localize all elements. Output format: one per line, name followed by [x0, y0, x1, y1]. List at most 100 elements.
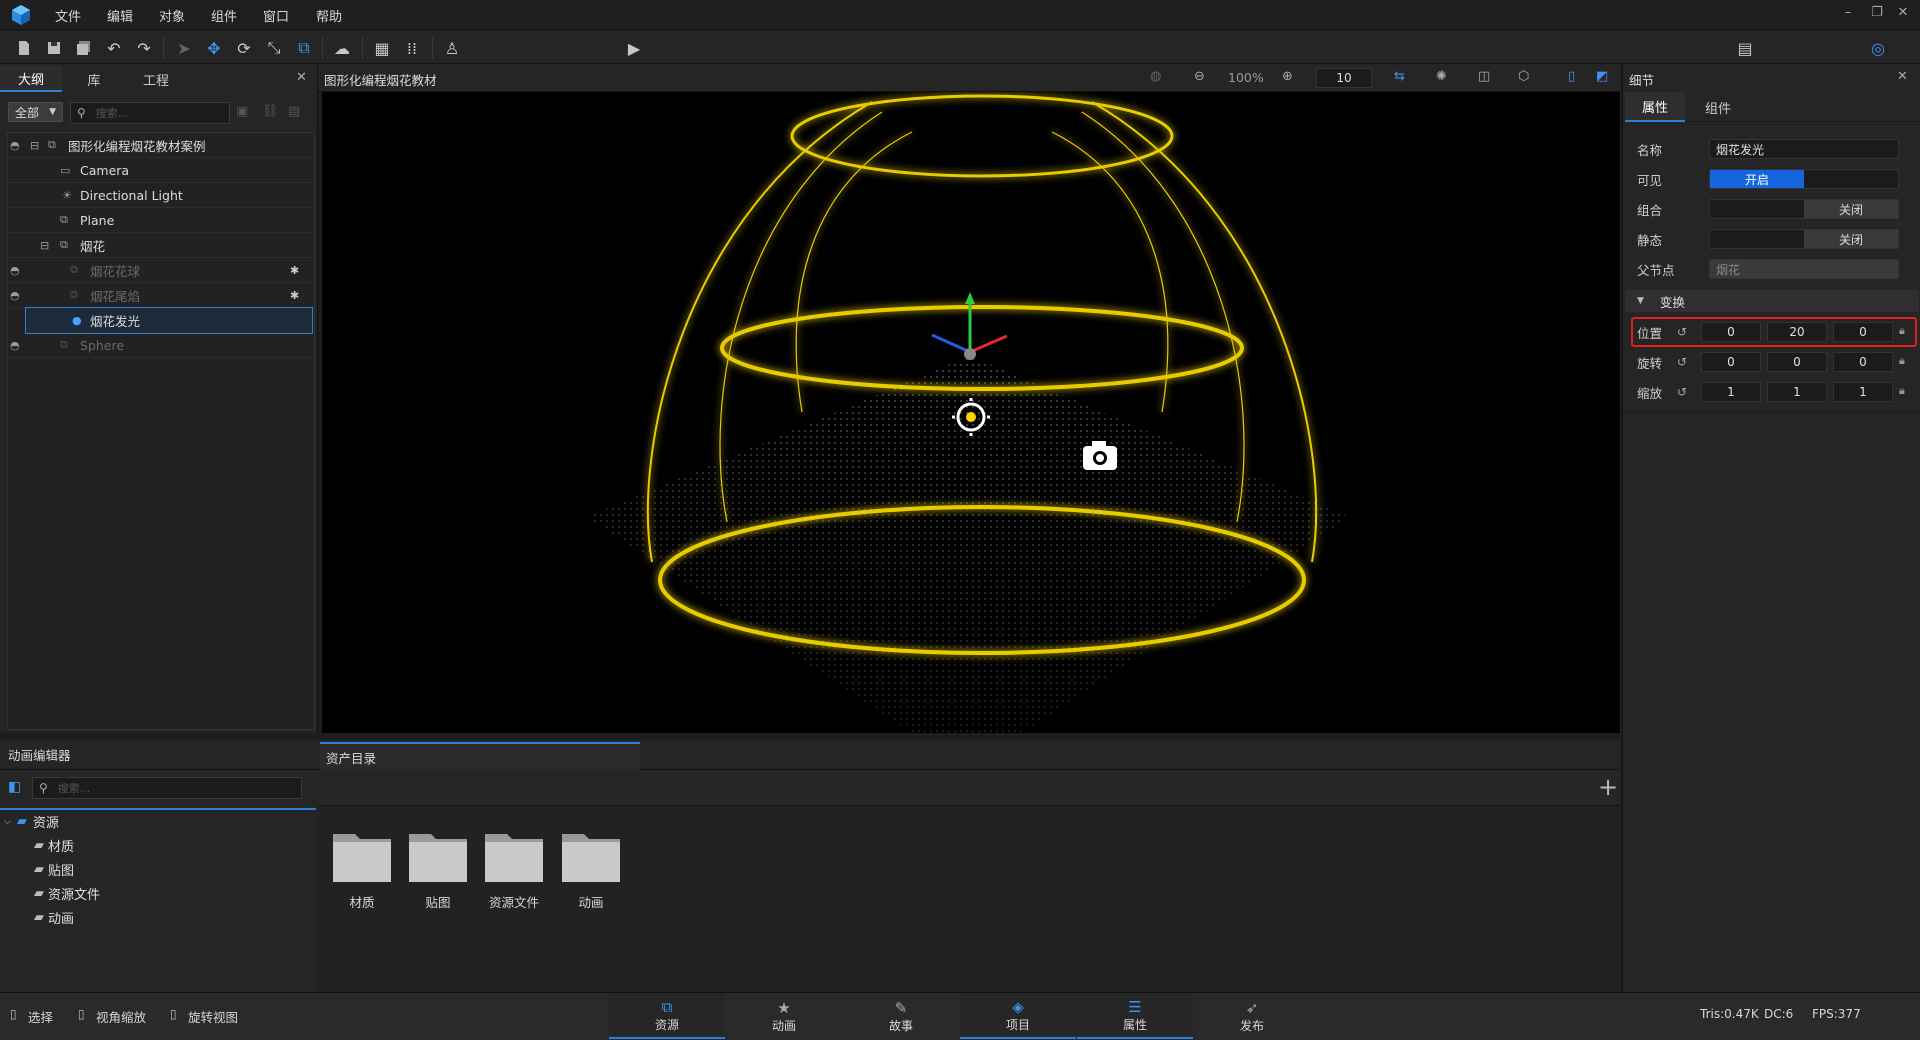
- zoom-out-icon[interactable]: ⊖: [1194, 69, 1205, 84]
- transform-gizmo[interactable]: [931, 292, 1008, 360]
- menu-edit[interactable]: 编辑: [107, 6, 133, 25]
- tab-components[interactable]: 组件: [1687, 92, 1749, 122]
- close-icon[interactable]: ✕: [296, 70, 307, 85]
- folder-icon[interactable]: [483, 828, 545, 884]
- menu-window[interactable]: 窗口: [263, 6, 289, 25]
- folder-icon[interactable]: [331, 828, 393, 884]
- tree-item-plane[interactable]: ⧉ Plane: [8, 208, 314, 233]
- tree-item-assets[interactable]: ⌵ ▰ 资源: [4, 812, 59, 831]
- visible-toggle[interactable]: 开启: [1709, 169, 1899, 189]
- tab-project[interactable]: 工程: [126, 66, 186, 92]
- rotation-x-input[interactable]: 0: [1701, 352, 1761, 372]
- close-icon[interactable]: ✕: [1892, 5, 1914, 20]
- save-icon[interactable]: [42, 36, 66, 60]
- tree-item-fireworks-tail[interactable]: ◓ ⧉ 烟花尾焰 ✱: [8, 283, 314, 308]
- tree-item-root[interactable]: ◓ ⊟ ⧉ 图形化编程烟花教材案例: [8, 133, 314, 158]
- reset-icon[interactable]: ↺: [1677, 385, 1687, 399]
- tab-assets[interactable]: ⧉ 资源: [609, 993, 725, 1039]
- tree-item-materials[interactable]: ▰ 材质: [34, 836, 74, 855]
- rotate-icon[interactable]: ⟳: [232, 36, 256, 60]
- redo-icon[interactable]: ↷: [132, 36, 156, 60]
- settings-gear-icon[interactable]: ✺: [1436, 69, 1447, 84]
- fullscreen-icon[interactable]: ◩: [1596, 69, 1608, 84]
- position-y-input[interactable]: 20: [1767, 322, 1827, 342]
- tab-library[interactable]: 库: [64, 66, 124, 92]
- expand-all-icon[interactable]: ▣: [236, 104, 248, 119]
- collapse-toggle-icon[interactable]: ⊟: [40, 239, 49, 252]
- close-icon[interactable]: ✕: [1897, 69, 1908, 84]
- tab-publish[interactable]: ➶ 发布: [1194, 993, 1310, 1039]
- cube-icon[interactable]: ⬡: [1518, 69, 1529, 84]
- grid-size-input[interactable]: 10: [1316, 68, 1372, 88]
- tree-item-directional-light[interactable]: ☀ Directional Light: [8, 183, 314, 208]
- lock-icon[interactable]: 🔒︎: [1899, 384, 1905, 398]
- scene-viewport[interactable]: [322, 92, 1620, 733]
- name-field[interactable]: 烟花发光: [1709, 139, 1899, 159]
- menu-component[interactable]: 组件: [211, 6, 237, 25]
- cloud-icon[interactable]: ☁: [330, 36, 354, 60]
- eye-icon[interactable]: ◓: [10, 339, 20, 352]
- anim-search-input[interactable]: ⚲ 搜索...: [32, 777, 302, 799]
- link-icon[interactable]: ⛓: [262, 104, 279, 119]
- eye-icon[interactable]: ◓: [10, 264, 20, 277]
- zoom-in-icon[interactable]: ⊕: [1282, 69, 1293, 84]
- tab-story[interactable]: ✎ 故事: [843, 993, 959, 1039]
- new-file-icon[interactable]: [12, 36, 36, 60]
- panel-toggle-icon[interactable]: ◧: [8, 779, 21, 795]
- account-icon[interactable]: ◎: [1866, 36, 1890, 60]
- tab-project[interactable]: ◈ 项目: [960, 993, 1076, 1039]
- tree-item-fireworks-ball[interactable]: ◓ ⧉ 烟花花球 ✱: [8, 258, 314, 283]
- group-off-button[interactable]: 关闭: [1804, 200, 1898, 218]
- camera-view-icon[interactable]: ◫: [1478, 69, 1490, 84]
- tab-properties[interactable]: ☰ 属性: [1077, 993, 1193, 1039]
- lock-icon[interactable]: 🔒︎: [1899, 354, 1905, 368]
- minimize-icon[interactable]: –: [1837, 5, 1859, 20]
- layout-icon[interactable]: ▤: [1733, 36, 1757, 60]
- grid-icon[interactable]: ▦: [370, 36, 394, 60]
- play-icon[interactable]: ▶: [622, 36, 646, 60]
- select-arrow-icon[interactable]: ➤: [172, 36, 196, 60]
- transform-icon[interactable]: ⧉: [292, 36, 316, 60]
- scale-z-input[interactable]: 1: [1833, 382, 1893, 402]
- parent-field[interactable]: 烟花: [1709, 259, 1899, 279]
- tree-item-animations[interactable]: ▰ 动画: [34, 908, 74, 927]
- filter-select[interactable]: 全部 ▼: [8, 102, 63, 122]
- tree-item-sphere[interactable]: ◓ ⧉ Sphere: [8, 333, 314, 358]
- tree-item-fireworks-glow[interactable]: ● 烟花发光: [25, 307, 313, 334]
- scale-x-input[interactable]: 1: [1701, 382, 1761, 402]
- tab-properties[interactable]: 属性: [1625, 92, 1685, 122]
- collapse-toggle-icon[interactable]: ⊟: [30, 139, 39, 152]
- snap-icon[interactable]: ⇆: [1394, 69, 1405, 84]
- collapse-icon[interactable]: ▤: [288, 104, 300, 119]
- scale-icon[interactable]: ⤡: [262, 36, 286, 60]
- menu-object[interactable]: 对象: [159, 6, 185, 25]
- scale-y-input[interactable]: 1: [1767, 382, 1827, 402]
- menu-help[interactable]: 帮助: [316, 6, 342, 25]
- user-icon[interactable]: ♙: [440, 36, 464, 60]
- tab-asset-directory[interactable]: 资产目录: [320, 742, 640, 770]
- tree-item-resource-files[interactable]: ▰ 资源文件: [34, 884, 100, 903]
- position-z-input[interactable]: 0: [1833, 322, 1893, 342]
- rotation-z-input[interactable]: 0: [1833, 352, 1893, 372]
- static-off-button[interactable]: 关闭: [1804, 230, 1898, 248]
- static-toggle[interactable]: 关闭: [1709, 229, 1899, 249]
- script-puzzle-icon[interactable]: ✱: [290, 289, 299, 302]
- reset-icon[interactable]: ↺: [1677, 325, 1687, 339]
- restore-icon[interactable]: ❐: [1866, 5, 1888, 20]
- tree-item-fireworks[interactable]: ⊟ ⧉ 烟花: [8, 233, 314, 258]
- position-x-input[interactable]: 0: [1701, 322, 1761, 342]
- save-all-icon[interactable]: [72, 36, 96, 60]
- perspective-icon[interactable]: ◍: [1150, 69, 1161, 84]
- rotation-y-input[interactable]: 0: [1767, 352, 1827, 372]
- reset-icon[interactable]: ↺: [1677, 355, 1687, 369]
- tree-item-camera[interactable]: ▭ Camera: [8, 158, 314, 183]
- transform-section-header[interactable]: ▼ 变换: [1625, 290, 1919, 312]
- eye-icon[interactable]: ◓: [10, 139, 20, 152]
- script-puzzle-icon[interactable]: ✱: [290, 264, 299, 277]
- tab-outline[interactable]: 大纲: [0, 66, 62, 92]
- dots-grid-icon[interactable]: ⁞⁞: [400, 36, 424, 60]
- outline-search-input[interactable]: ⚲ 搜索...: [70, 102, 230, 124]
- add-icon[interactable]: +: [1598, 773, 1618, 801]
- group-toggle[interactable]: 关闭: [1709, 199, 1899, 219]
- undo-icon[interactable]: ↶: [102, 36, 126, 60]
